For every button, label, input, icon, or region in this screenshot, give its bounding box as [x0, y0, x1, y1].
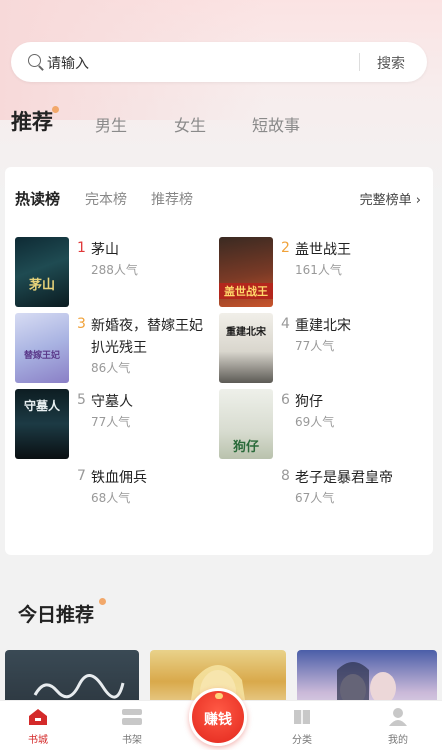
rank-number: 4	[281, 316, 290, 332]
rank-tab-hot[interactable]: 热读榜	[15, 188, 60, 209]
nav-label: 书城	[28, 735, 48, 746]
earn-money-label: 赚钱	[204, 712, 232, 728]
new-dot-indicator	[52, 106, 59, 113]
book-item[interactable]: 替嫁王妃 3 新婚夜，替嫁王妃扒光残王 86人气	[15, 313, 215, 385]
tab-male[interactable]: 男生	[95, 112, 127, 136]
nav-label: 书架	[122, 735, 142, 746]
book-popularity: 86人气	[91, 361, 131, 375]
book-title[interactable]: 守墓人	[91, 391, 213, 413]
book-cover[interactable]: 盖世战王	[219, 237, 273, 307]
search-bar[interactable]: 请输入 搜索	[11, 42, 427, 82]
rank-number: 5	[77, 392, 86, 408]
new-dot-indicator	[99, 598, 106, 605]
search-input[interactable]: 请输入	[47, 53, 89, 73]
book-popularity: 161人气	[295, 263, 342, 277]
book-title[interactable]: 重建北宋	[295, 315, 417, 337]
nav-bookshelf[interactable]: 书架	[102, 701, 162, 750]
category-icon	[294, 710, 310, 724]
book-cover[interactable]: 守墓人	[15, 389, 69, 459]
rank-number: 7	[77, 468, 86, 484]
tab-female[interactable]: 女生	[174, 112, 206, 136]
book-cover[interactable]: 重建北宋	[219, 313, 273, 383]
book-popularity: 68人气	[91, 491, 131, 505]
book-item[interactable]: 7 铁血佣兵 68人气	[15, 465, 215, 537]
bookshelf-icon	[122, 709, 142, 725]
book-cover[interactable]: 狗仔	[219, 389, 273, 459]
book-cover[interactable]: 替嫁王妃	[15, 313, 69, 383]
cover-title: 盖世战王	[219, 283, 273, 299]
search-button[interactable]: 搜索	[377, 53, 405, 73]
user-icon	[389, 708, 407, 726]
book-item[interactable]: 盖世战王 2 盖世战王 161人气	[219, 237, 419, 309]
book-title[interactable]: 盖世战王	[295, 239, 417, 261]
full-ranking-link[interactable]: 完整榜单 ›	[360, 189, 421, 208]
nav-label: 分类	[292, 735, 312, 746]
book-item[interactable]: 守墓人 5 守墓人 77人气	[15, 389, 215, 461]
red-envelope-icon	[215, 693, 223, 699]
nav-label: 我的	[388, 735, 408, 746]
rank-tab-completed[interactable]: 完本榜	[85, 189, 127, 209]
ranking-card: 热读榜 完本榜 推荐榜 完整榜单 › 茅山 1 茅山 288人气 盖世战王 2 …	[5, 167, 433, 555]
nav-profile[interactable]: 我的	[368, 701, 428, 750]
book-item[interactable]: 狗仔 6 狗仔 69人气	[219, 389, 419, 461]
channel-tabs: 推荐 男生 女生 短故事	[0, 104, 442, 144]
book-title[interactable]: 老子是暴君皇帝	[295, 467, 417, 489]
section-title-today: 今日推荐	[18, 604, 95, 626]
nav-bookstore[interactable]: 书城	[8, 701, 68, 750]
book-popularity: 67人气	[295, 491, 335, 505]
rank-number: 8	[281, 468, 290, 484]
cover-title: 茅山	[28, 278, 55, 293]
cover-title: 守墓人	[23, 399, 60, 413]
cover-title: 替嫁王妃	[23, 351, 60, 361]
book-popularity: 77人气	[295, 339, 335, 353]
nav-category[interactable]: 分类	[272, 701, 332, 750]
book-title[interactable]: 狗仔	[295, 391, 417, 413]
cover-title: 重建北宋	[226, 327, 266, 338]
tab-short-story[interactable]: 短故事	[252, 112, 300, 136]
earn-money-button[interactable]: 赚钱	[189, 688, 247, 746]
tab-recommend[interactable]: 推荐	[11, 106, 53, 136]
search-icon	[28, 54, 41, 67]
book-title[interactable]: 茅山	[91, 239, 213, 261]
book-title[interactable]: 铁血佣兵	[91, 467, 213, 489]
book-popularity: 69人气	[295, 415, 335, 429]
book-title[interactable]: 新婚夜，替嫁王妃扒光残王	[91, 315, 213, 359]
cover-title: 狗仔	[232, 440, 259, 455]
book-popularity: 288人气	[91, 263, 138, 277]
rank-tab-recommend[interactable]: 推荐榜	[151, 189, 193, 209]
book-item[interactable]: 重建北宋 4 重建北宋 77人气	[219, 313, 419, 385]
search-divider	[359, 53, 360, 71]
book-cover[interactable]: 茅山	[15, 237, 69, 307]
book-popularity: 77人气	[91, 415, 131, 429]
rank-number: 6	[281, 392, 290, 408]
home-icon	[29, 709, 47, 725]
rank-number: 1	[77, 240, 86, 256]
book-item[interactable]: 8 老子是暴君皇帝 67人气	[219, 465, 419, 537]
book-item[interactable]: 茅山 1 茅山 288人气	[15, 237, 215, 309]
rank-number: 2	[281, 240, 290, 256]
rank-number: 3	[77, 316, 86, 332]
